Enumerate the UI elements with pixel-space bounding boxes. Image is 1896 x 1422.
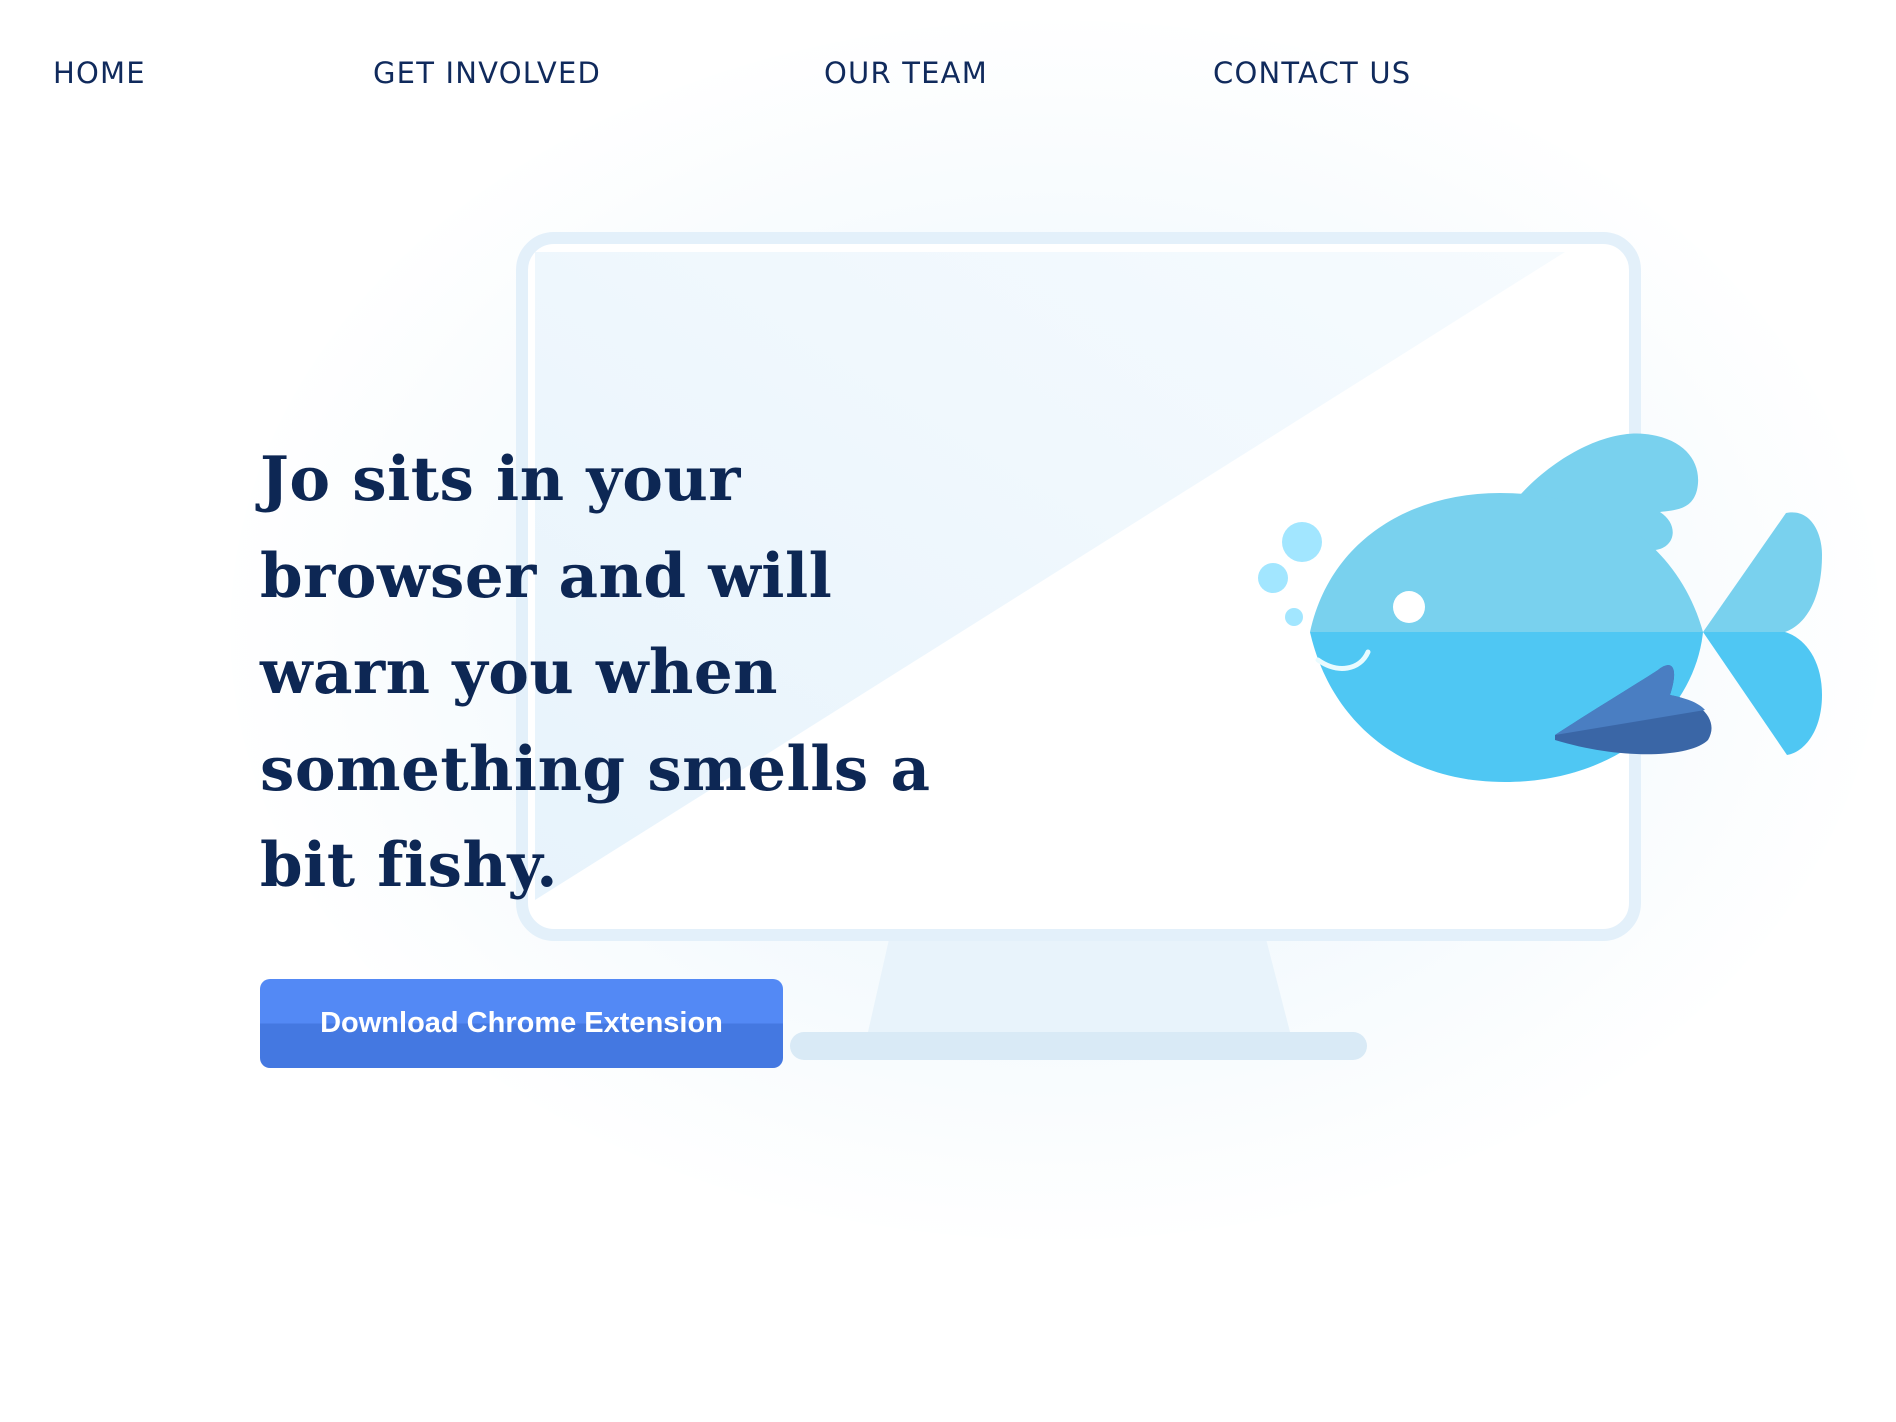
main-navigation: HOME GET INVOLVED OUR TEAM CONTACT US: [0, 0, 1896, 150]
nav-link-home[interactable]: HOME: [53, 56, 146, 90]
nav-link-get-involved[interactable]: GET INVOLVED: [373, 56, 601, 90]
hero-heading: Jo sits in your browser and will warn yo…: [260, 444, 931, 901]
monitor-stand: [868, 935, 1290, 1032]
monitor-base: [790, 1032, 1367, 1060]
nav-link-contact-us[interactable]: CONTACT US: [1213, 56, 1411, 90]
download-chrome-extension-button[interactable]: Download Chrome Extension: [260, 979, 783, 1068]
nav-link-our-team[interactable]: OUR TEAM: [824, 56, 988, 90]
